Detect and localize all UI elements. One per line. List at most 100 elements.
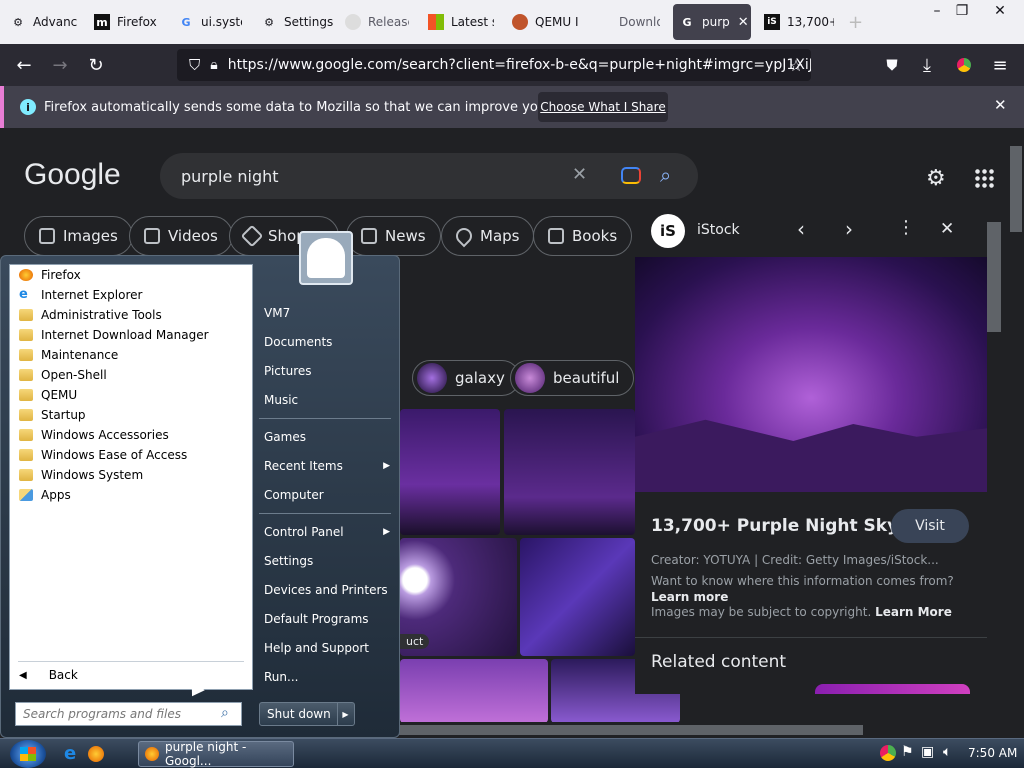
- tab-qemu[interactable]: QEMU I: [512, 0, 578, 44]
- chip-news[interactable]: News: [346, 216, 441, 256]
- related-image[interactable]: [815, 684, 970, 694]
- menu-vm7[interactable]: VM7: [264, 300, 290, 326]
- menu-computer[interactable]: Computer: [264, 482, 324, 508]
- program-windows-ease-of-access[interactable]: Windows Ease of Access: [19, 445, 187, 465]
- page-vertical-scrollbar[interactable]: [1008, 128, 1024, 722]
- program-windows-accessories[interactable]: Windows Accessories: [19, 425, 169, 445]
- horizontal-scroll-thumb[interactable]: [360, 725, 863, 735]
- apps-grid-icon[interactable]: [974, 168, 994, 188]
- action-center-flag-icon[interactable]: ⚑: [901, 744, 914, 760]
- prev-image-icon[interactable]: ‹: [797, 217, 805, 241]
- start-orb-button[interactable]: [10, 740, 46, 768]
- volume-icon[interactable]: 🔈︎: [943, 744, 951, 760]
- start-search-input[interactable]: Search programs and files ⌕: [15, 702, 242, 726]
- next-image-icon[interactable]: ›: [845, 217, 853, 241]
- chip-maps[interactable]: Maps: [441, 216, 535, 256]
- tab-latest[interactable]: Latest s: [428, 0, 494, 44]
- notification-close-icon[interactable]: ✕: [994, 96, 1007, 114]
- search-query[interactable]: purple night: [181, 167, 279, 186]
- pocket-icon[interactable]: ⛊: [880, 53, 904, 77]
- program-administrative-tools[interactable]: Administrative Tools: [19, 305, 162, 325]
- url-text[interactable]: https://www.google.com/search?client=fir…: [228, 57, 811, 73]
- menu-default-programs[interactable]: Default Programs: [264, 606, 369, 632]
- visit-button[interactable]: Visit: [891, 509, 969, 543]
- choose-what-i-share-button[interactable]: Choose What I Share: [538, 92, 668, 122]
- tracking-shield-icon[interactable]: ⛉: [189, 56, 200, 74]
- image-result[interactable]: [520, 538, 635, 656]
- menu-documents[interactable]: Documents: [264, 329, 332, 355]
- more-options-icon[interactable]: ⋮: [897, 217, 915, 238]
- download-icon[interactable]: ⤓: [915, 53, 939, 77]
- program-maintenance[interactable]: Maintenance: [19, 345, 118, 365]
- settings-gear-icon[interactable]: ⚙: [926, 166, 946, 191]
- tab-settings[interactable]: ⚙ Settings: [261, 0, 333, 44]
- image-result[interactable]: [400, 659, 548, 722]
- menu-devices-and-printers[interactable]: Devices and Printers: [264, 577, 388, 603]
- program-internet-download-manager[interactable]: Internet Download Manager: [19, 325, 209, 345]
- tab-ui-system[interactable]: Gui.syste: [178, 0, 242, 44]
- google-logo[interactable]: Google: [24, 158, 121, 192]
- ie-taskbar-icon[interactable]: e: [64, 743, 76, 764]
- extension-icon[interactable]: [952, 53, 976, 77]
- chip-books[interactable]: Books: [533, 216, 633, 256]
- shutdown-arrow-icon[interactable]: ▶: [337, 703, 353, 725]
- program-firefox[interactable]: Firefox: [19, 265, 81, 285]
- tray-app-icon[interactable]: [880, 745, 896, 761]
- image-result[interactable]: [504, 409, 635, 535]
- firefox-taskbar-icon[interactable]: [88, 746, 104, 762]
- reload-icon[interactable]: ↻: [84, 53, 108, 77]
- explorer-taskbar-icon[interactable]: [111, 748, 127, 761]
- tab-download[interactable]: Downlo: [596, 0, 660, 44]
- hamburger-menu-icon[interactable]: ≡: [988, 53, 1012, 77]
- user-avatar[interactable]: [299, 231, 353, 285]
- shutdown-button[interactable]: Shut down ▶: [259, 702, 355, 726]
- tab-release[interactable]: Release: [345, 0, 409, 44]
- learn-more-link-2[interactable]: Learn More: [875, 605, 952, 619]
- panel-source-name[interactable]: iStock: [697, 222, 740, 238]
- back-button[interactable]: ◀ Back: [19, 665, 78, 685]
- url-bar[interactable]: ⛉ 🔒︎ https://www.google.com/search?clien…: [177, 49, 811, 81]
- menu-pictures[interactable]: Pictures: [264, 358, 312, 384]
- camera-lens-icon[interactable]: [621, 167, 641, 184]
- tab-purple-night[interactable]: Gpurp ✕: [673, 4, 751, 40]
- suggestion-beautiful[interactable]: beautiful: [510, 360, 635, 396]
- google-search-box[interactable]: purple night ✕ ⌕: [160, 153, 698, 199]
- istock-logo-icon[interactable]: iS: [651, 214, 685, 248]
- clear-icon[interactable]: ✕: [572, 164, 587, 185]
- close-icon[interactable]: ✕: [738, 15, 749, 30]
- search-icon[interactable]: ⌕: [660, 163, 671, 187]
- clock[interactable]: 7:50 AM: [968, 746, 1017, 760]
- menu-help-and-support[interactable]: Help and Support: [264, 635, 369, 661]
- preview-image[interactable]: [635, 257, 987, 492]
- menu-games[interactable]: Games: [264, 424, 306, 450]
- new-tab-icon[interactable]: +: [848, 12, 863, 33]
- menu-run[interactable]: Run...: [264, 664, 298, 690]
- lock-icon[interactable]: 🔒︎: [210, 57, 217, 73]
- learn-more-link[interactable]: Learn more: [651, 590, 728, 604]
- image-result[interactable]: uct: [400, 538, 517, 656]
- program-apps[interactable]: Apps: [19, 485, 71, 505]
- menu-control-panel[interactable]: Control Panel ▶: [264, 519, 390, 545]
- window-close-icon[interactable]: ✕: [985, 0, 1015, 22]
- close-panel-icon[interactable]: ✕: [940, 219, 954, 239]
- chip-images[interactable]: Images: [24, 216, 133, 256]
- vertical-scroll-thumb[interactable]: [1010, 146, 1022, 232]
- tab-firefox[interactable]: m Firefox I: [94, 0, 160, 44]
- search-icon[interactable]: ⌕: [221, 705, 229, 721]
- program-internet-explorer[interactable]: e Internet Explorer: [19, 285, 142, 305]
- maximize-icon[interactable]: ❐: [947, 0, 977, 22]
- program-startup[interactable]: Startup: [19, 405, 86, 425]
- suggestion-galaxy[interactable]: galaxy: [412, 360, 520, 396]
- panel-scroll-thumb[interactable]: [987, 222, 1001, 332]
- forward-arrow-icon[interactable]: →: [48, 53, 72, 77]
- program-qemu[interactable]: QEMU: [19, 385, 77, 405]
- chip-videos[interactable]: Videos: [129, 216, 233, 256]
- tab-advanced[interactable]: ⚙ Advanc: [10, 0, 78, 44]
- program-windows-system[interactable]: Windows System: [19, 465, 143, 485]
- taskbar-firefox-window[interactable]: purple night - Googl...: [138, 740, 294, 768]
- back-arrow-icon[interactable]: ←: [12, 53, 36, 77]
- program-open-shell[interactable]: Open-Shell: [19, 365, 107, 385]
- menu-settings[interactable]: Settings: [264, 548, 313, 574]
- network-icon[interactable]: ▣: [921, 744, 934, 760]
- menu-recent-items[interactable]: Recent Items ▶: [264, 453, 390, 479]
